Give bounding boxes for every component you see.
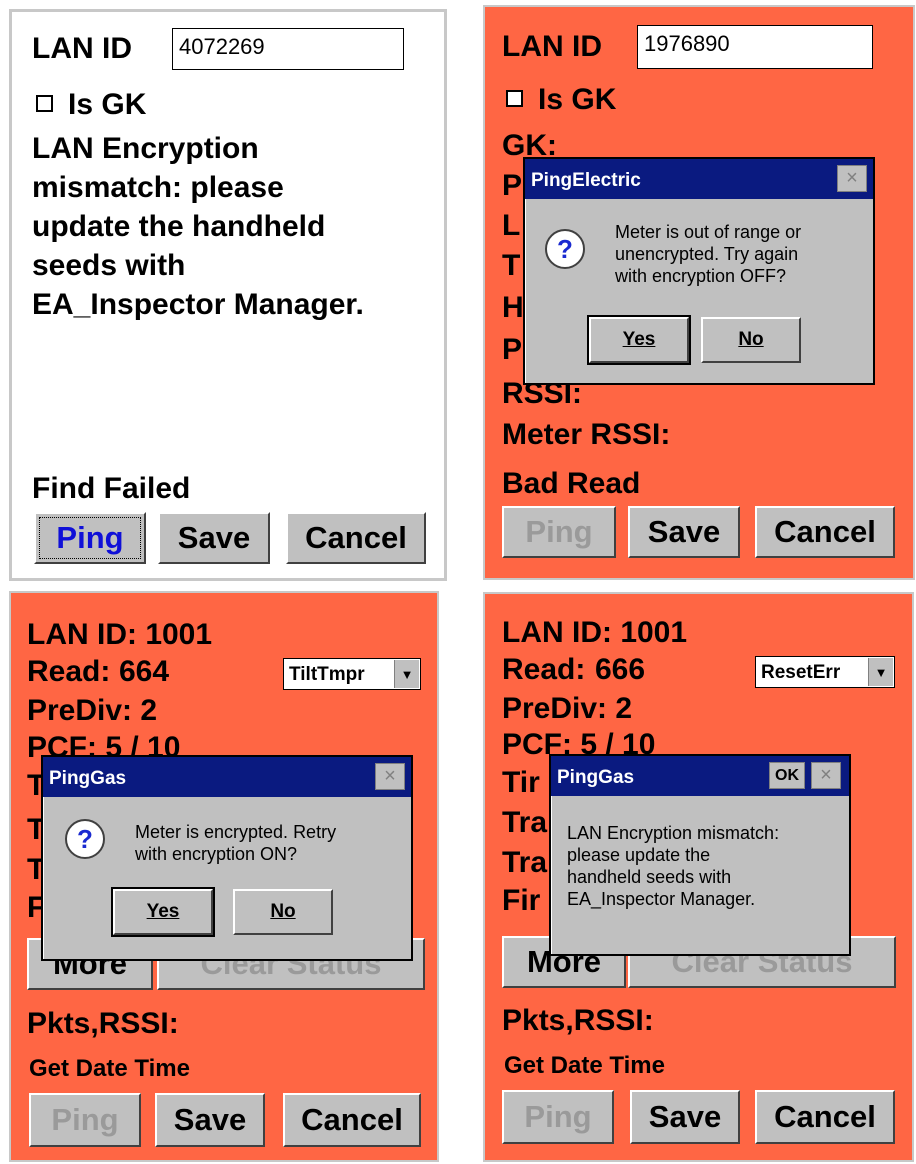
save-button[interactable]: Save [158,512,270,564]
message-line-4: seeds with [32,249,186,282]
partial-label-3: T [502,249,521,282]
lan-id-line: LAN ID: 1001 [502,616,688,649]
dialog-title: PingElectric [531,170,641,191]
dialog-titlebar: PingGas × [43,757,411,797]
read-value: 664 [119,655,170,688]
partial-label-1: P [502,169,523,202]
lan-id-label: LAN ID [502,30,602,63]
get-date-time-link[interactable]: Get Date Time [504,1054,665,1078]
message-line-1: LAN Encryption [32,132,259,165]
partial-label-4: Fir [502,884,541,917]
question-icon: ? [545,229,585,269]
dialog-titlebar: PingGas OK × [551,756,849,796]
partial-label-2: L [502,209,521,242]
partial-label-4: H [502,291,524,324]
partial-label-1: Tir [502,766,540,799]
close-icon[interactable]: × [837,165,867,192]
is-gk-label: Is GK [538,83,617,116]
ok-button[interactable]: OK [769,762,805,789]
dialog-message: LAN Encryption mismatch: please update t… [567,823,780,909]
read-value: 666 [595,653,646,686]
yes-button[interactable]: Yes [111,887,215,937]
panel-find-failed: LAN ID 4072269 Is GK LAN Encryption mism… [9,9,447,581]
pkts-rssi-label: Pkts,RSSI: [502,1004,654,1037]
meter-rssi-label: Meter RSSI: [502,418,671,451]
dialog-titlebar: PingElectric × [525,159,873,199]
pkts-rssi-label: Pkts,RSSI: [27,1007,179,1040]
lan-id-label: LAN ID [32,32,132,65]
dropdown-value: ResetErr [761,662,841,683]
message-line-5: EA_Inspector Manager. [32,288,364,321]
ping-gas-mismatch-dialog: PingGas OK × LAN Encryption mismatch: pl… [549,754,851,956]
status-dropdown[interactable]: ResetErr ▼ [755,656,895,688]
dropdown-value: TiltTmpr [289,664,365,685]
save-button[interactable]: Save [155,1093,265,1147]
partial-label-2: Tra [502,806,548,839]
ping-gas-dialog: PingGas × ? Meter is encrypted. Retry wi… [41,755,413,961]
cancel-button[interactable]: Cancel [755,506,895,558]
panel-bad-read: LAN ID 1976890 Is GK GK: P L T H P RSSI:… [483,5,915,580]
message-line-2: mismatch: please [32,171,284,204]
is-gk-label: Is GK [68,88,147,121]
ping-button[interactable]: Ping [34,512,146,564]
no-button[interactable]: No [233,889,333,935]
lan-id-input[interactable]: 1976890 [637,25,873,69]
dialog-title: PingGas [557,767,635,788]
cancel-button[interactable]: Cancel [286,512,426,564]
is-gk-checkbox[interactable] [506,90,523,107]
no-button[interactable]: No [701,317,801,363]
ping-button[interactable]: Ping [502,506,616,558]
prediv-line: PreDiv: 2 [502,692,633,725]
read-label: Read: [27,655,111,688]
ping-electric-dialog: PingElectric × ? Meter is out of range o… [523,157,875,385]
lan-id-input[interactable]: 4072269 [172,28,404,70]
dropdown-arrow-icon[interactable]: ▼ [868,658,893,686]
dropdown-arrow-icon[interactable]: ▼ [394,660,419,688]
dialog-message: Meter is encrypted. Retry with encryptio… [135,822,337,864]
read-label: Read: [502,653,586,686]
save-button[interactable]: Save [628,506,740,558]
partial-label-5: P [502,333,523,366]
dialog-message: Meter is out of range or unencrypted. Tr… [615,222,802,286]
message-line-3: update the handheld [32,210,326,243]
prediv-line: PreDiv: 2 [27,694,158,727]
cancel-button[interactable]: Cancel [283,1093,421,1147]
close-icon[interactable]: × [375,763,405,790]
save-button[interactable]: Save [630,1090,740,1144]
panel-ping-gas-encrypted: LAN ID: 1001 Read: 664 TiltTmpr ▼ PreDiv… [9,591,439,1162]
yes-button[interactable]: Yes [587,315,691,365]
question-icon: ? [65,819,105,859]
status-text: Bad Read [502,467,641,500]
status-text: Find Failed [32,472,191,505]
ping-button[interactable]: Ping [502,1090,614,1144]
ping-button[interactable]: Ping [29,1093,141,1147]
status-dropdown[interactable]: TiltTmpr ▼ [283,658,421,690]
cancel-button[interactable]: Cancel [755,1090,895,1144]
dialog-title: PingGas [49,768,127,789]
lan-id-line: LAN ID: 1001 [27,618,213,651]
is-gk-checkbox[interactable] [36,95,53,112]
partial-label-3: Tra [502,846,548,879]
panel-ping-gas-mismatch: LAN ID: 1001 Read: 666 ResetErr ▼ PreDiv… [483,592,914,1162]
get-date-time-link[interactable]: Get Date Time [29,1057,190,1081]
close-icon[interactable]: × [811,762,841,789]
